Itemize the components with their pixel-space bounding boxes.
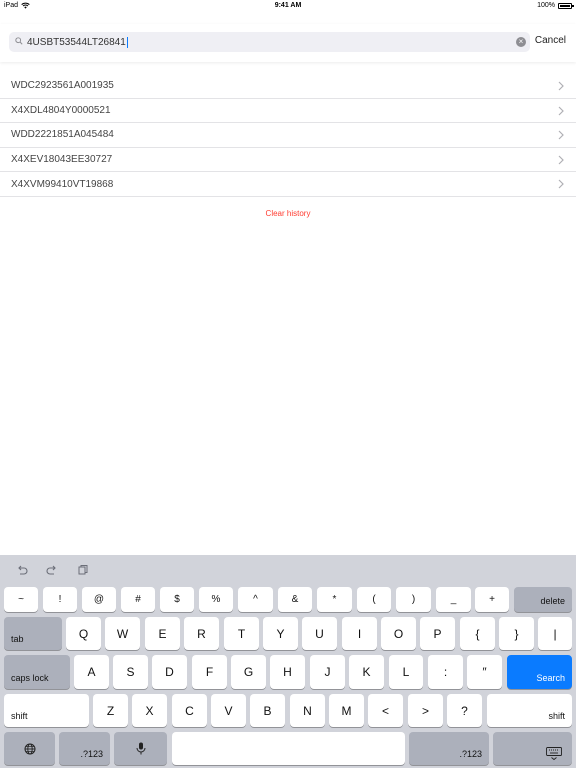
undo-icon[interactable] [16, 564, 28, 576]
battery-icon [558, 2, 574, 9]
list-item[interactable]: X4XEV18043EE30727 [0, 148, 576, 173]
list-item-label: X4XDL4804Y0000521 [11, 104, 111, 116]
key[interactable]: & [278, 587, 312, 612]
key[interactable]: ( [357, 587, 391, 612]
key[interactable]: J [310, 655, 345, 689]
caps-lock-key[interactable]: caps lock [4, 655, 70, 689]
key[interactable]: % [199, 587, 233, 612]
key[interactable]: V [211, 694, 246, 727]
history-list: WDC2923561A001935 X4XDL4804Y0000521 WDD2… [0, 74, 576, 197]
list-item-label: WDC2923561A001935 [11, 80, 114, 92]
key[interactable]: ~ [4, 587, 38, 612]
delete-key[interactable]: delete [514, 587, 572, 612]
status-bar: iPad 9:41 AM 100% [0, 0, 576, 12]
key[interactable]: U [302, 617, 337, 650]
shift-key-left[interactable]: shift [4, 694, 89, 727]
key[interactable]: + [475, 587, 509, 612]
key[interactable]: K [349, 655, 384, 689]
key[interactable]: F [192, 655, 227, 689]
key[interactable]: ″ [467, 655, 502, 689]
key[interactable]: D [152, 655, 187, 689]
search-header: 4USBT53544LT26841 × Cancel [0, 24, 576, 62]
chevron-right-icon [558, 155, 564, 165]
key[interactable]: H [270, 655, 305, 689]
key[interactable]: M [329, 694, 364, 727]
list-item-label: WDD2221851A045484 [11, 129, 114, 141]
key[interactable]: N [290, 694, 325, 727]
globe-icon [24, 743, 35, 754]
key[interactable]: | [538, 617, 572, 650]
chevron-right-icon [558, 106, 564, 116]
key[interactable]: @ [82, 587, 116, 612]
key[interactable]: ) [396, 587, 431, 612]
search-icon [15, 37, 23, 45]
keyboard-dismiss-icon [546, 747, 562, 761]
numbers-key-left[interactable]: .?123 [59, 732, 110, 765]
globe-key[interactable] [4, 732, 55, 765]
paste-icon[interactable] [77, 564, 89, 576]
key[interactable]: } [499, 617, 534, 650]
key[interactable]: I [342, 617, 377, 650]
key[interactable]: ^ [238, 587, 273, 612]
list-item[interactable]: WDD2221851A045484 [0, 123, 576, 148]
redo-icon[interactable] [46, 564, 58, 576]
list-item-label: X4XVM99410VT19868 [11, 178, 114, 190]
space-key[interactable] [172, 732, 405, 765]
dismiss-keyboard-key[interactable] [493, 732, 572, 765]
key[interactable]: _ [436, 587, 471, 612]
tab-key[interactable]: tab [4, 617, 62, 650]
key[interactable]: Z [93, 694, 128, 727]
keyboard: ~ ! @ # $ % ^ & * ( ) _ + delete tab Q W… [0, 555, 576, 768]
key[interactable]: P [420, 617, 455, 650]
key[interactable]: A [74, 655, 109, 689]
key[interactable]: T [224, 617, 259, 650]
key[interactable]: E [145, 617, 180, 650]
key[interactable]: Y [263, 617, 298, 650]
key[interactable]: C [172, 694, 207, 727]
text-cursor [126, 36, 128, 48]
key[interactable]: L [389, 655, 423, 689]
key[interactable]: W [105, 617, 140, 650]
key[interactable]: ! [43, 587, 77, 612]
cancel-button[interactable]: Cancel [535, 35, 566, 46]
clear-history-button[interactable]: Clear history [0, 209, 576, 218]
search-key[interactable]: Search [507, 655, 572, 689]
status-time: 9:41 AM [274, 2, 302, 9]
list-item-label: X4XEV18043EE30727 [11, 154, 113, 166]
clear-icon[interactable]: × [516, 37, 526, 47]
key[interactable]: X [132, 694, 167, 727]
shift-key-right[interactable]: shift [487, 694, 572, 727]
chevron-right-icon [558, 179, 564, 189]
search-field[interactable]: 4USBT53544LT26841 × [9, 32, 530, 52]
key[interactable]: O [381, 617, 416, 650]
keyboard-toolbar [0, 555, 576, 585]
key[interactable]: S [113, 655, 148, 689]
list-item[interactable]: WDC2923561A001935 [0, 74, 576, 99]
chevron-right-icon [558, 81, 564, 91]
key[interactable]: : [428, 655, 463, 689]
key[interactable]: ? [447, 694, 482, 727]
key[interactable]: # [121, 587, 155, 612]
chevron-right-icon [558, 130, 564, 140]
key[interactable]: G [231, 655, 266, 689]
dictation-key[interactable] [114, 732, 167, 765]
list-item[interactable]: X4XDL4804Y0000521 [0, 99, 576, 124]
battery-percent: 100% [537, 2, 555, 9]
key[interactable]: < [368, 694, 403, 727]
key[interactable]: B [250, 694, 285, 727]
microphone-icon [136, 742, 145, 755]
key[interactable]: R [184, 617, 219, 650]
key[interactable]: Q [66, 617, 101, 650]
key[interactable]: $ [160, 587, 194, 612]
numbers-key-right[interactable]: .?123 [409, 732, 489, 765]
key[interactable]: > [408, 694, 443, 727]
search-input[interactable]: 4USBT53544LT26841 [27, 37, 126, 48]
list-item[interactable]: X4XVM99410VT19868 [0, 172, 576, 197]
key[interactable]: { [460, 617, 495, 650]
status-right: 100% [537, 2, 574, 9]
key[interactable]: * [317, 587, 352, 612]
